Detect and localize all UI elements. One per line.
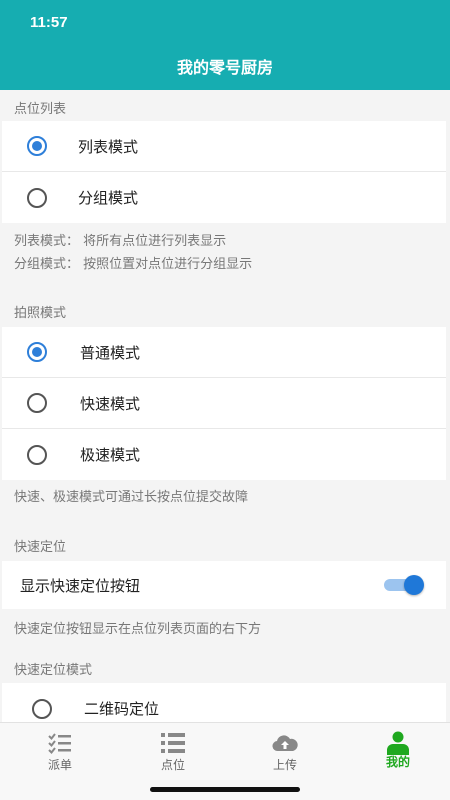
- list-mode-card: 列表模式 分组模式: [2, 121, 446, 223]
- toggle-row-locate[interactable]: 显示快速定位按钮: [2, 561, 446, 609]
- radio-group-mode[interactable]: [27, 187, 47, 208]
- person-icon: [387, 731, 409, 755]
- locate-card: 显示快速定位按钮: [2, 561, 446, 609]
- option-label: 分组模式: [78, 189, 139, 207]
- option-qrcode-mode[interactable]: 二维码定位: [2, 683, 446, 722]
- photo-mode-card: 普通模式 快速模式 极速模式: [2, 327, 446, 480]
- radio-qrcode-mode[interactable]: [32, 698, 52, 719]
- tab-points[interactable]: 点位: [128, 723, 218, 783]
- option-label: 快速模式: [80, 394, 141, 413]
- section-label-list: 点位列表: [14, 102, 67, 117]
- toggle-knob: [404, 575, 424, 595]
- tab-upload[interactable]: 上传: [240, 723, 330, 783]
- list-icon: [161, 733, 185, 753]
- photo-mode-desc: 快速、极速模式可通过长按点位提交故障: [14, 490, 249, 505]
- status-time: 11:57: [30, 14, 68, 31]
- tab-label: 上传: [272, 758, 297, 772]
- tab-label: 我的: [385, 755, 410, 769]
- section-label-photo: 拍照模式: [14, 306, 67, 321]
- list-mode-desc: 列表模式： 将所有点位进行列表显示: [14, 234, 227, 249]
- option-group-mode[interactable]: 分组模式: [2, 172, 446, 223]
- option-fast-mode[interactable]: 快速模式: [2, 378, 446, 429]
- radio-fast-mode[interactable]: [27, 393, 47, 413]
- locate-desc: 快速定位按钮显示在点位列表页面的右下方: [14, 622, 262, 637]
- group-mode-desc: 分组模式： 按照位置对点位进行分组显示: [14, 257, 253, 272]
- locate-toggle[interactable]: [384, 575, 424, 595]
- option-extreme-mode[interactable]: 极速模式: [2, 429, 446, 480]
- app-header: 11:57 我的零号厨房: [0, 0, 450, 90]
- radio-list-mode[interactable]: [27, 136, 47, 156]
- option-label: 普通模式: [80, 343, 141, 362]
- tab-mine[interactable]: 我的: [353, 723, 443, 783]
- option-normal-mode[interactable]: 普通模式: [2, 327, 446, 378]
- home-indicator: [150, 787, 300, 792]
- option-label: 极速模式: [80, 446, 141, 464]
- option-label: 列表模式: [78, 137, 139, 156]
- radio-extreme-mode[interactable]: [27, 444, 47, 465]
- page-title: 我的零号厨房: [176, 58, 273, 77]
- option-label: 二维码定位: [84, 700, 160, 718]
- checklist-icon: [48, 733, 71, 755]
- tab-label: 派单: [47, 758, 72, 772]
- radio-normal-mode[interactable]: [27, 342, 47, 362]
- tab-label: 点位: [160, 758, 185, 772]
- section-label-locate: 快速定位: [14, 540, 67, 555]
- option-list-mode[interactable]: 列表模式: [2, 121, 446, 172]
- tab-dispatch[interactable]: 派单: [15, 723, 105, 783]
- locate-mode-card: 二维码定位: [2, 683, 446, 722]
- cloud-upload-icon: [272, 735, 298, 752]
- toggle-label: 显示快速定位按钮: [20, 576, 141, 595]
- section-label-locate-mode: 快速定位模式: [14, 663, 93, 678]
- settings-content[interactable]: 点位列表 列表模式 分组模式 列表模式： 将所有点位进行列表显示 分组模式： 按…: [0, 90, 450, 722]
